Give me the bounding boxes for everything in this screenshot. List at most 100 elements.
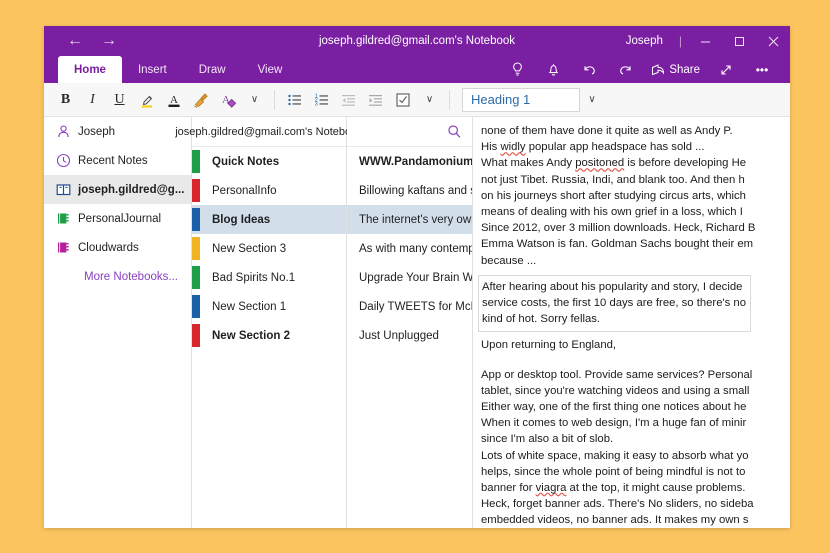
format-painter-button[interactable] [187,87,214,113]
section-color-tab [192,324,200,347]
style-dropdown[interactable]: Heading 1 [462,88,580,112]
sidebar-item-personaljournal[interactable]: PersonalJournal [44,204,191,233]
workspace: Joseph Recent Notes joseph.gildred@g... … [44,117,790,528]
note-canvas[interactable]: none of them have done it quite as well … [473,117,790,528]
section-item-new-section-2[interactable]: New Section 2 [192,321,346,350]
note-line: App or desktop tool. Provide same servic… [481,367,790,383]
font-color-button[interactable]: A [160,87,187,113]
page-item-daily-tweets[interactable]: Daily TWEETS for McKe... [347,292,472,321]
section-color-tab [192,150,200,173]
note-line: none of them have done it quite as well … [481,123,790,139]
tab-home[interactable]: Home [58,56,122,83]
sidebar-item-label: joseph.gildred@g... [78,184,184,196]
section-item-label: Quick Notes [212,156,279,168]
underline-button[interactable]: U [106,87,133,113]
title-bar: ← → joseph.gildred@gmail.com's Notebook … [44,26,790,56]
clock-icon [56,153,78,168]
tab-draw[interactable]: Draw [183,56,242,83]
section-item-quick-notes[interactable]: Quick Notes [192,147,346,176]
note-line: means of dealing with his own grief in a… [481,204,790,220]
page-item-just-unplugged[interactable]: Just Unplugged [347,321,472,350]
notebook-list: Joseph Recent Notes joseph.gildred@g... … [44,117,192,528]
redo-icon[interactable] [607,56,643,83]
section-item-label: Bad Spirits No.1 [212,272,295,284]
search-icon[interactable] [447,124,462,139]
fullscreen-icon[interactable] [708,56,744,83]
sidebar-item-label: Recent Notes [78,155,148,167]
sidebar-item-recent-notes[interactable]: Recent Notes [44,146,191,175]
title-bar-right: Joseph | [616,26,790,56]
sidebar-item-cloudwards[interactable]: Cloudwards [44,233,191,262]
todo-checkbox-button[interactable] [389,87,416,113]
tell-me-lightbulb-icon[interactable] [499,56,535,83]
note-line: kind of hot. Sorry fellas. [482,311,746,327]
clear-formatting-button[interactable]: A [214,87,241,113]
font-options-caret-icon[interactable]: ∨ [241,87,268,113]
note-line: because ... [481,253,790,269]
numbered-list-button[interactable]: 1 2 3 [308,87,335,113]
note-line: not just Tibet. Russia, Indi, and blank … [481,172,790,188]
bold-button[interactable]: B [52,87,79,113]
note-line: on his journeys short after studying cir… [481,188,790,204]
undo-icon[interactable] [571,56,607,83]
note-line: Heck, forget banner ads. There's No slid… [481,496,790,512]
more-options-icon[interactable]: ••• [744,56,780,83]
section-color-tab [192,208,200,231]
notebook-header-title: joseph.gildred@gmail.com's Notebook [175,126,363,138]
tab-insert[interactable]: Insert [122,56,183,83]
sidebar-item-joseph[interactable]: Joseph [44,117,191,146]
notifications-bell-icon[interactable] [535,56,571,83]
navigation-buttons: ← → [44,27,134,55]
decrease-indent-button[interactable] [335,87,362,113]
note-text-box[interactable]: After hearing about his popularity and s… [478,275,751,333]
back-arrow-icon[interactable]: ← [58,27,92,55]
maximize-button[interactable] [722,26,756,56]
title-separator: | [673,34,688,48]
share-icon [651,63,665,76]
forward-arrow-icon[interactable]: → [92,27,126,55]
account-name[interactable]: Joseph [616,35,673,47]
sidebar-item-joseph-gildred-notebook[interactable]: joseph.gildred@g... [44,175,191,204]
section-item-new-section-1[interactable]: New Section 1 [192,292,346,321]
onenote-window: ← → joseph.gildred@gmail.com's Notebook … [44,26,790,528]
section-item-new-section-3[interactable]: New Section 3 [192,234,346,263]
notebook-magenta-icon [56,240,78,255]
page-item-billowing-kaftans[interactable]: Billowing kaftans and sl... [347,176,472,205]
highlighter-button[interactable] [133,87,160,113]
sidebar-item-label: Joseph [78,126,115,138]
increase-indent-button[interactable] [362,87,389,113]
section-color-tab [192,179,200,202]
section-item-personalinfo[interactable]: PersonalInfo [192,176,346,205]
note-editor[interactable]: none of them have done it quite as well … [473,117,790,528]
note-line: What makes Andy positoned is before deve… [481,155,790,171]
tab-view[interactable]: View [242,56,299,83]
note-line: Upon returning to England, [481,337,790,353]
minimize-button[interactable] [688,26,722,56]
page-item-internets-very-own[interactable]: The internet's very own... [347,205,472,234]
spellcheck-word: viagra [536,482,567,494]
page-item-as-with-many-contemp[interactable]: As with many contemp... [347,234,472,263]
page-list: WWW.Pandamonium.... Billowing kaftans an… [347,117,473,528]
section-item-bad-spirits-no1[interactable]: Bad Spirits No.1 [192,263,346,292]
note-line: since I'm also a bit of slob. [481,431,790,447]
note-line: Either way, one of the first thing one n… [481,399,790,415]
more-notebooks-link[interactable]: More Notebooks... [44,262,191,292]
bullet-list-button[interactable] [281,87,308,113]
page-item-pandamonium[interactable]: WWW.Pandamonium.... [347,147,472,176]
share-button[interactable]: Share [643,63,708,76]
note-line: After hearing about his popularity and s… [482,279,746,295]
note-line: When it comes to web design, I'm a huge … [481,415,790,431]
page-item-upgrade-your-brain[interactable]: Upgrade Your Brain Wi... [347,263,472,292]
section-item-blog-ideas[interactable]: Blog Ideas [192,205,346,234]
close-button[interactable] [756,26,790,56]
section-item-label: New Section 3 [212,243,286,255]
spellcheck-word: positoned [575,157,624,169]
italic-button[interactable]: I [79,87,106,113]
section-item-label: PersonalInfo [212,185,277,197]
toolbar-divider [274,90,275,110]
section-item-label: Blog Ideas [212,214,270,226]
note-line: Since 2012, over 3 million downloads. He… [481,220,790,236]
section-item-label: New Section 2 [212,330,290,342]
tag-options-caret-icon[interactable]: ∨ [416,87,443,113]
style-dropdown-caret-icon[interactable]: ∨ [580,87,604,113]
